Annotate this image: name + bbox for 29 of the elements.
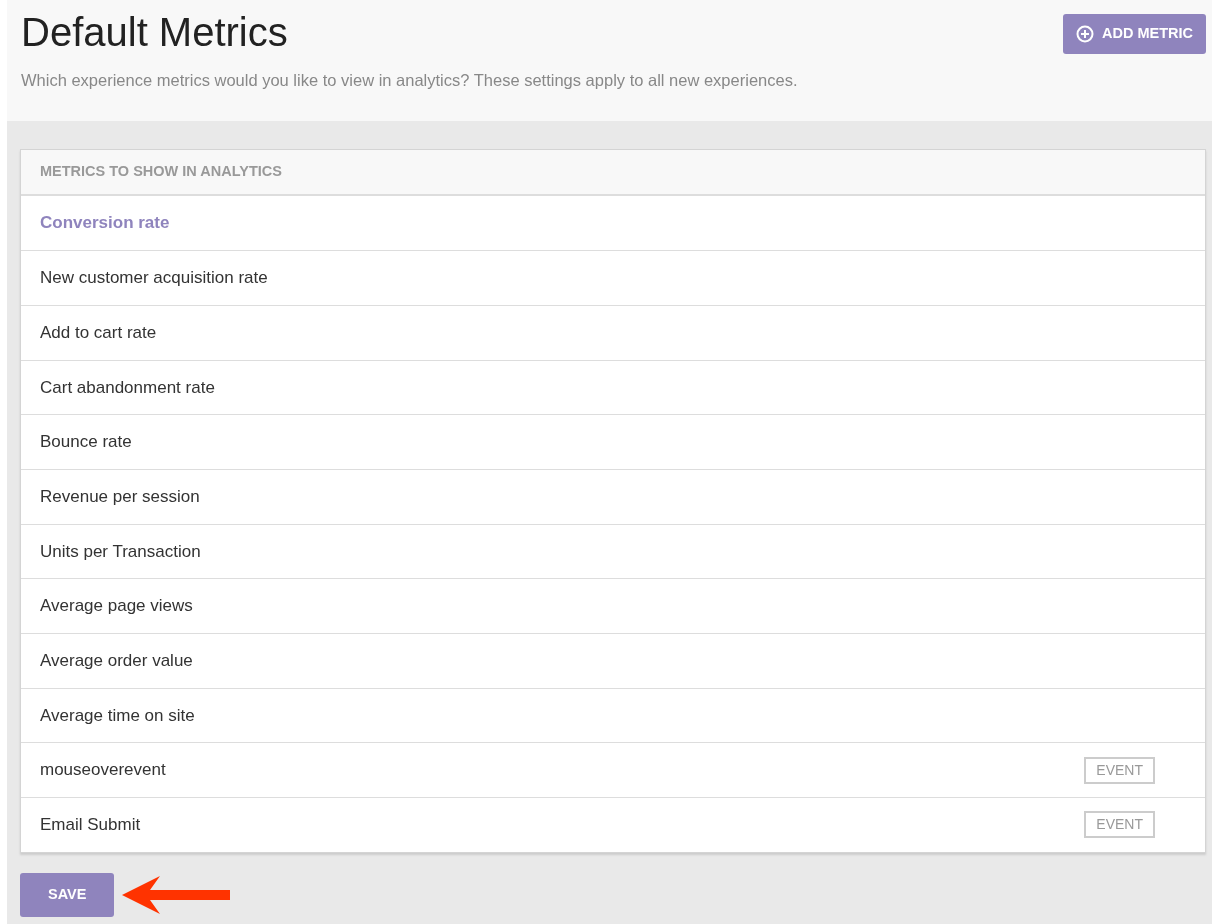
metric-row[interactable]: Average time on site: [21, 687, 1205, 743]
metric-row[interactable]: Units per Transaction: [21, 523, 1205, 579]
metric-label: Add to cart rate: [40, 321, 157, 344]
metric-row[interactable]: Revenue per session: [21, 468, 1205, 524]
metric-row[interactable]: mouseoverevent EVENT: [21, 742, 1205, 798]
metric-row[interactable]: Cart abandonment rate: [21, 359, 1205, 415]
metric-label: Average page views: [40, 595, 193, 618]
metric-label: Email Submit: [40, 814, 141, 837]
metric-label: Average time on site: [40, 704, 195, 727]
metric-label: Units per Transaction: [40, 540, 201, 563]
metric-label: New customer acquisition rate: [40, 267, 268, 290]
metric-row[interactable]: Average page views: [21, 578, 1205, 633]
metric-label: Conversion rate: [40, 212, 170, 235]
event-tag: EVENT: [1084, 811, 1155, 839]
metric-label: Average order value: [40, 650, 193, 673]
page-title: Default Metrics: [21, 10, 289, 54]
page-subtitle: Which experience metrics would you like to view in analytics? These settings apply to all new experiences.: [21, 70, 798, 91]
panel-heading: METRICS TO SHOW IN ANALYTICS: [21, 149, 1205, 196]
event-tag: EVENT: [1084, 756, 1155, 784]
metric-label: Bounce rate: [40, 431, 132, 454]
metric-label: Revenue per session: [40, 486, 200, 509]
metric-row[interactable]: Average order value: [21, 633, 1205, 688]
metric-label: mouseoverevent: [40, 759, 166, 782]
plus-circle-icon: [1075, 24, 1094, 43]
metric-row[interactable]: New customer acquisition rate: [21, 250, 1205, 305]
metric-row[interactable]: Bounce rate: [21, 414, 1205, 469]
metric-row[interactable]: Add to cart rate: [21, 304, 1205, 360]
metric-label: Cart abandonment rate: [40, 376, 215, 399]
metric-row[interactable]: Email Submit EVENT: [21, 797, 1205, 852]
